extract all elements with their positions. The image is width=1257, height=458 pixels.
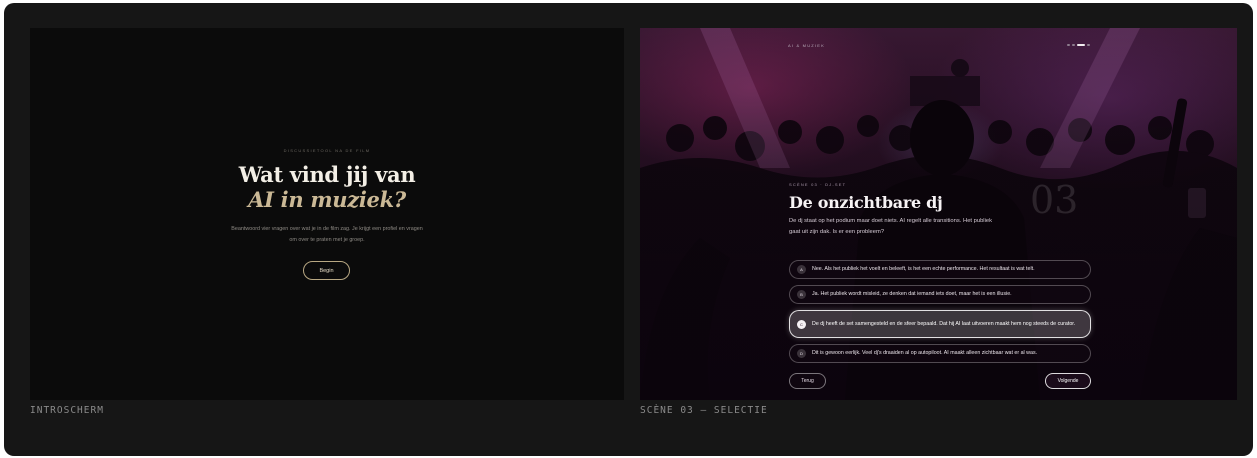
answer-option-d[interactable]: D Dit is gewoon eerlijk. Veel dj's draai… [789,344,1091,363]
intro-eyebrow: DISCUSSIETOOL NA DE FILM [283,148,371,153]
option-text: Ja. Het publiek wordt misleid, ze denken… [812,291,1012,298]
progress-dot [1067,44,1070,46]
showcase-board: DISCUSSIETOOL NA DE FILM Wat vind jij va… [4,3,1253,456]
option-text: Dit is gewoon eerlijk. Veel dj's draaide… [812,350,1038,357]
intro-screen: DISCUSSIETOOL NA DE FILM Wat vind jij va… [30,28,624,400]
scene-eyebrow: SCÈNE 03 · DJ-SET [789,182,847,187]
progress-dot [1077,44,1085,46]
intro-title: Wat vind jij van [238,162,416,187]
answer-option-c[interactable]: C De dj heeft de set samengesteld en de … [789,310,1091,338]
scene-title: De onzichtbare dj [789,193,943,212]
option-text: De dj heeft de set samengesteld en de sf… [812,320,1076,327]
progress-indicator [1067,44,1090,46]
option-letter: B [797,290,806,299]
option-letter: C [797,319,806,329]
scene-number: 03 [1030,178,1079,222]
progress-dot [1072,44,1075,46]
option-letter: D [797,349,806,358]
app-label: AI & MUZIEK [788,43,825,48]
next-button[interactable]: Volgende [1045,373,1091,389]
back-button[interactable]: Terug [789,373,826,389]
option-text: Nee. Als het publiek het voelt en beleef… [812,266,1035,273]
answer-option-a[interactable]: A Nee. Als het publiek het voelt en bele… [789,260,1091,279]
option-letter: A [797,265,806,274]
intro-caption: INTROSCHERM [30,405,104,416]
intro-title-accent: AI in muziek? [248,187,406,212]
scene-description: De dj staat op het podium maar doet niet… [789,218,993,235]
scene-screen: AI & MUZIEK SCÈNE 03 · DJ-SET 03 De onzi… [640,28,1237,400]
scene-caption: SCÈNE 03 — SELECTIE [640,405,768,416]
progress-dot [1087,44,1090,46]
begin-button[interactable]: Begin [303,261,350,280]
answer-option-b[interactable]: B Ja. Het publiek wordt misleid, ze denk… [789,285,1091,304]
intro-description: Beantwoord vier vragen over wat je in de… [231,226,423,243]
